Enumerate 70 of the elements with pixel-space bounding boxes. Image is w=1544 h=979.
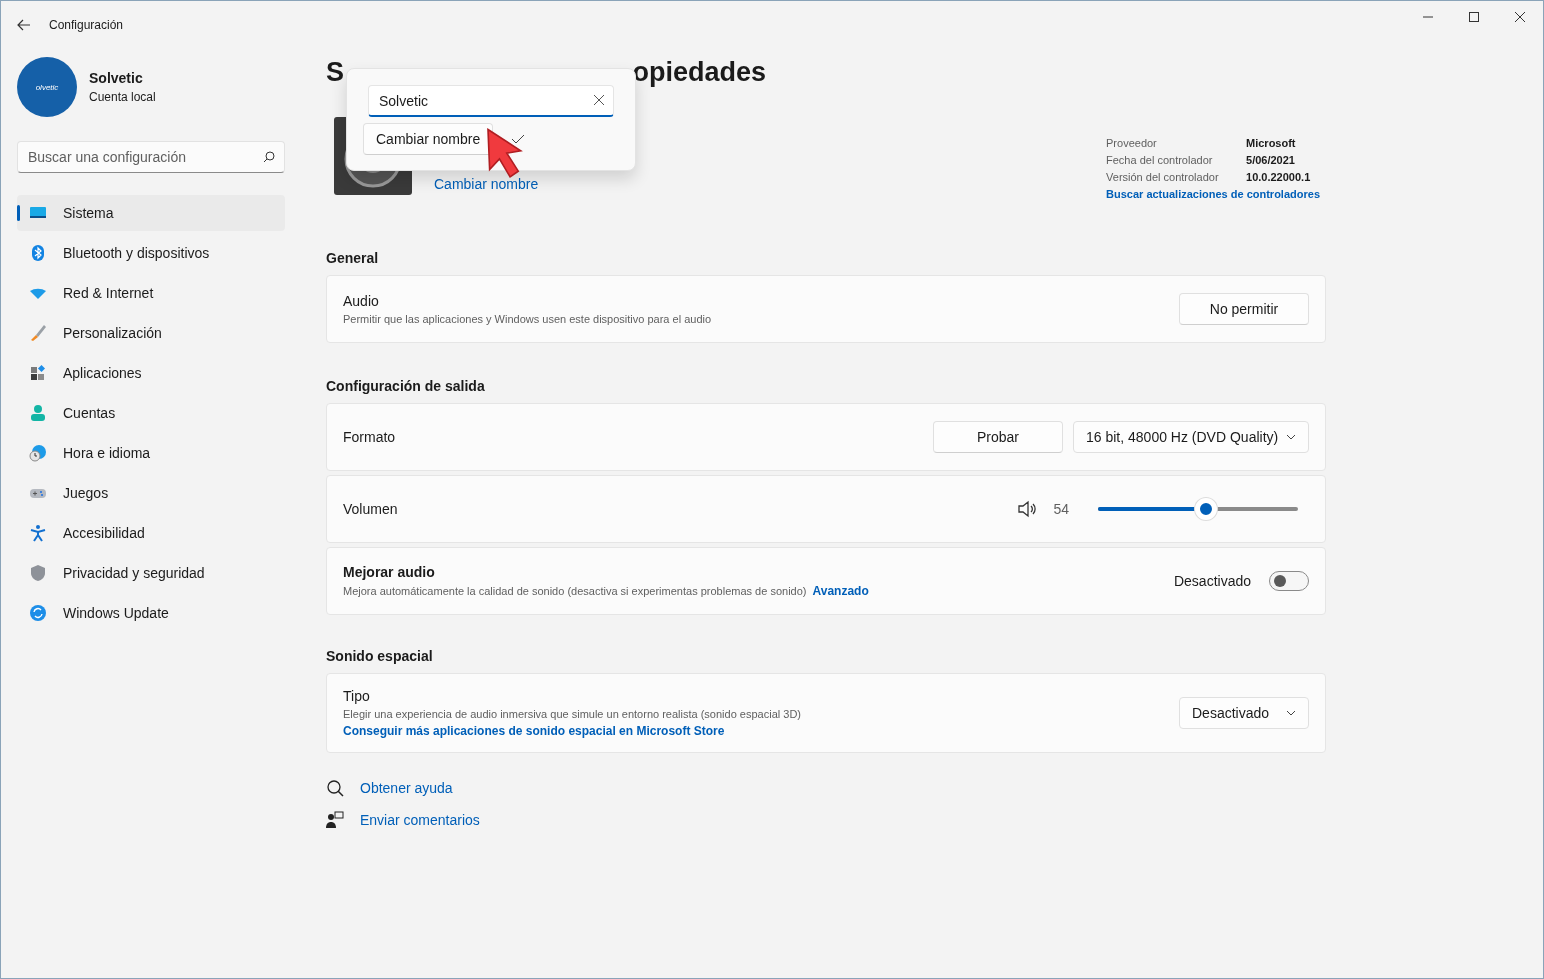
row-title: Audio	[343, 293, 380, 309]
toggle-switch[interactable]	[1269, 571, 1309, 591]
person-icon	[29, 404, 47, 422]
clear-icon[interactable]	[594, 95, 604, 105]
row-description: Permitir que las aplicaciones y Windows usen este dispositivo para el audio	[343, 313, 713, 325]
driver-update-link[interactable]: Buscar actualizaciones de controladores	[1106, 188, 1320, 200]
toggle-label: Desactivado	[1173, 573, 1251, 589]
globe-clock-icon	[29, 444, 47, 462]
format-dropdown[interactable]: 16 bit, 48000 Hz (DVD Quality)	[1073, 421, 1309, 453]
sidebar-item[interactable]: Red & Internet	[17, 275, 285, 311]
sidebar-item[interactable]: Hora e idioma	[17, 435, 285, 471]
brush-icon	[29, 324, 47, 342]
check-icon	[511, 134, 526, 144]
rename-link[interactable]: Cambiar nombre	[434, 176, 539, 192]
page-title: opiedades	[632, 57, 766, 89]
sidebar-item[interactable]: Sistema	[17, 195, 285, 231]
property-label: Fecha del controlador	[1106, 154, 1214, 166]
page-title: S	[326, 57, 344, 89]
bluetooth-icon	[29, 244, 47, 262]
volume-reading: 54	[1053, 501, 1069, 517]
search-field[interactable]: Buscar una configuración	[17, 141, 285, 173]
sidebar-item[interactable]: Bluetooth y dispositivos	[17, 235, 285, 271]
sidebar-item[interactable]: Juegos	[17, 475, 285, 511]
sidebar-item[interactable]: Privacidad y seguridad	[17, 555, 285, 591]
rename-button[interactable]: Cambiar nombre	[363, 123, 494, 155]
property-label: Versión del controlador	[1106, 171, 1220, 183]
store-link[interactable]: Conseguir más aplicaciones de sonido espacial en Microsoft Store	[343, 724, 1169, 738]
search-icon	[263, 151, 275, 163]
chevron-icon	[1286, 710, 1296, 716]
row-title: Tipo	[343, 688, 371, 704]
property-value: 10.0.22000.1	[1246, 171, 1312, 183]
chevron-icon	[1286, 434, 1296, 440]
speaker-icon	[1017, 500, 1038, 518]
help-icon	[326, 779, 344, 797]
sidebar-item[interactable]: Cuentas	[17, 395, 285, 431]
row-title: Volumen	[343, 501, 399, 517]
window-title: Configuración	[49, 18, 124, 32]
apps-icon	[29, 364, 47, 382]
slider-thumb[interactable]	[1195, 498, 1217, 520]
sidebar-item[interactable]: Aplicaciones	[17, 355, 285, 391]
avatar: olvetic	[17, 57, 77, 117]
property-value: 5/06/2021	[1246, 154, 1296, 166]
maximize-icon	[1469, 12, 1479, 22]
property-value: Microsoft	[1246, 137, 1297, 149]
feedback-icon	[326, 811, 344, 829]
footer-link[interactable]: Obtener ayuda	[360, 780, 453, 796]
account-name: Solvetic	[89, 70, 144, 86]
type-dropdown[interactable]: Desactivado	[1179, 697, 1309, 729]
back-icon[interactable]	[17, 19, 31, 31]
sidebar-item[interactable]: Windows Update	[17, 595, 285, 631]
account-type: Cuenta local	[89, 90, 156, 104]
advanced-link[interactable]: Avanzado	[812, 584, 869, 598]
section-heading: Sonido espacial	[326, 648, 434, 664]
accessibility-icon	[29, 524, 47, 542]
name-field[interactable]: Solvetic	[368, 85, 614, 117]
section-heading: General	[326, 250, 380, 266]
close-icon	[1515, 12, 1525, 22]
property-label: Proveedor	[1106, 137, 1158, 149]
test-button[interactable]: Probar	[933, 421, 1063, 453]
row-description: Mejora automáticamente la calidad de sonido (desactiva si experimentas problemas de sonido)	[343, 585, 807, 597]
update-icon	[29, 604, 47, 622]
row-description: Elegir una experiencia de audio inmersiva que simule un entorno realista (sonido espacial 3D)	[343, 708, 802, 720]
action-button[interactable]: No permitir	[1179, 293, 1309, 325]
section-heading: Configuración de salida	[326, 378, 486, 394]
footer-link[interactable]: Enviar comentarios	[360, 812, 480, 828]
row-title: Mejorar audio	[343, 564, 436, 580]
row-title: Formato	[343, 429, 397, 445]
shield-icon	[29, 564, 47, 582]
sidebar-item[interactable]: Personalización	[17, 315, 285, 351]
sidebar-item[interactable]: Accesibilidad	[17, 515, 285, 551]
